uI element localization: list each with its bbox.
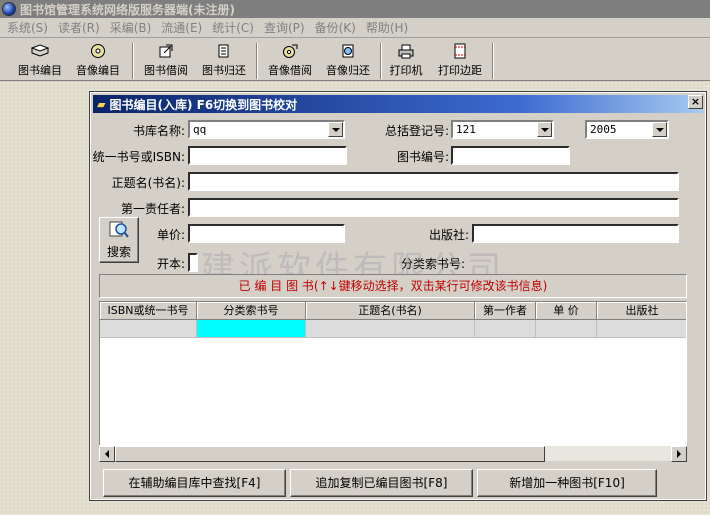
print-margin-label: 打印边距 [438, 64, 482, 77]
toolbar-separator [256, 43, 258, 79]
table-cell[interactable] [306, 320, 475, 338]
year-select[interactable]: 2005 [585, 120, 669, 139]
library-name-value: qq [193, 123, 207, 136]
menu-help[interactable]: 帮助(H) [361, 19, 413, 36]
chevron-down-icon[interactable] [328, 122, 343, 137]
app-icon [2, 2, 16, 16]
disc-borrow-icon [281, 43, 299, 59]
chevron-down-icon[interactable] [537, 122, 552, 137]
av-catalog-label: 音像编目 [76, 64, 120, 77]
menu-acquisition[interactable]: 采编(B) [105, 19, 157, 36]
col-publisher[interactable]: 出版社 [597, 302, 686, 320]
book-no-field[interactable] [451, 146, 570, 165]
add-new-book-button[interactable]: 新增加一种图书[F10] [477, 469, 657, 497]
book-return-icon [215, 43, 233, 59]
book-catalog-label: 图书编目 [18, 64, 62, 77]
catalog-dialog: ▰ 图书编目(入库) F6切换到图书校对 × 书库名称: qq 总括登记号: 1… [89, 91, 707, 501]
book-catalog-button[interactable]: 图书编目 [12, 42, 68, 80]
register-no-label: 总括登记号: [384, 124, 449, 138]
book-borrow-label: 图书借阅 [144, 64, 188, 77]
book-no-label: 图书编号: [396, 150, 449, 164]
table-cell[interactable] [536, 320, 597, 338]
toolbar-separator [492, 43, 494, 79]
table-cell-selected[interactable] [197, 320, 306, 338]
col-class-no[interactable]: 分类索书号 [197, 302, 306, 320]
scroll-thumb[interactable] [115, 446, 545, 462]
author-field[interactable] [188, 198, 679, 217]
dialog-close-button[interactable]: × [688, 95, 703, 109]
table-cell[interactable] [100, 320, 197, 338]
print-margin-button[interactable]: 打印边距 [432, 42, 488, 80]
search-button[interactable]: 搜索 [99, 217, 139, 263]
grid-header: ISBN或统一书号 分类索书号 正题名(书名) 第一作者 单 价 出版社 [100, 302, 686, 320]
dialog-book-icon: ▰ [97, 97, 106, 111]
av-return-label: 音像归还 [326, 64, 370, 77]
disc-icon [89, 43, 107, 59]
find-aux-catalog-button[interactable]: 在辅助编目库中查找[F4] [103, 469, 286, 497]
year-value: 2005 [590, 123, 617, 136]
menu-backup[interactable]: 备份(K) [310, 19, 361, 36]
table-cell[interactable] [597, 320, 686, 338]
col-price[interactable]: 单 价 [536, 302, 597, 320]
catalogued-grid[interactable]: ISBN或统一书号 分类索书号 正题名(书名) 第一作者 单 价 出版社 [99, 301, 687, 461]
menu-circulation[interactable]: 流通(E) [156, 19, 207, 36]
col-title[interactable]: 正题名(书名) [306, 302, 475, 320]
dialog-title-bar: ▰ 图书编目(入库) F6切换到图书校对 [93, 95, 703, 113]
menu-statistics[interactable]: 统计(C) [207, 19, 259, 36]
price-label: 单价: [156, 228, 185, 242]
menu-system[interactable]: 系统(S) [2, 19, 53, 36]
menu-reader[interactable]: 读者(R) [53, 19, 105, 36]
av-borrow-button[interactable]: 音像借阅 [262, 42, 318, 80]
title-field[interactable] [188, 172, 679, 191]
toolbar-separator [132, 43, 134, 79]
register-no-select[interactable]: 121 [451, 120, 554, 139]
magnifier-icon [108, 220, 130, 243]
format-label: 开本: [156, 257, 185, 271]
book-icon [31, 43, 49, 59]
window-title-bar: 图书馆管理系统网络版服务器端(未注册) [0, 0, 710, 18]
horizontal-scrollbar[interactable] [99, 445, 687, 462]
disc-return-icon [339, 43, 357, 59]
col-author[interactable]: 第一作者 [475, 302, 536, 320]
class-no-label: 分类索书号: [400, 257, 465, 271]
catalogued-banner: 已 编 目 图 书(↑↓键移动选择，双击某行可修改该书信息) [99, 274, 687, 298]
title-label: 正题名(书名): [111, 176, 185, 190]
chevron-down-icon[interactable] [652, 122, 667, 137]
register-no-value: 121 [456, 123, 476, 136]
printer-icon [397, 43, 415, 59]
table-cell[interactable] [475, 320, 536, 338]
book-borrow-icon [157, 43, 175, 59]
print-margin-icon [451, 43, 469, 59]
book-return-button[interactable]: 图书归还 [196, 42, 252, 80]
publisher-field[interactable] [472, 224, 679, 243]
col-isbn[interactable]: ISBN或统一书号 [100, 302, 197, 320]
price-field[interactable] [188, 224, 345, 243]
library-name-label: 书库名称: [132, 124, 185, 138]
menu-query[interactable]: 查询(P) [259, 19, 310, 36]
table-row[interactable] [100, 320, 686, 338]
toolbar-separator [380, 43, 382, 79]
menu-bar: 系统(S) 读者(R) 采编(B) 流通(E) 统计(C) 查询(P) 备份(K… [0, 18, 710, 38]
library-name-select[interactable]: qq [188, 120, 345, 139]
author-label: 第一责任者: [120, 202, 185, 216]
window-title: 图书馆管理系统网络版服务器端(未注册) [20, 2, 235, 17]
dialog-title: 图书编目(入库) F6切换到图书校对 [109, 97, 298, 112]
scroll-left-icon[interactable] [99, 446, 115, 462]
av-catalog-button[interactable]: 音像编目 [70, 42, 126, 80]
isbn-field[interactable] [188, 146, 347, 165]
printer-label: 打印机 [389, 64, 423, 77]
copy-catalogued-button[interactable]: 追加复制已编目图书[F8] [290, 469, 473, 497]
av-return-button[interactable]: 音像归还 [320, 42, 376, 80]
format-field[interactable] [188, 253, 198, 272]
scroll-right-icon[interactable] [671, 446, 687, 462]
av-borrow-label: 音像借阅 [268, 64, 312, 77]
book-return-label: 图书归还 [202, 64, 246, 77]
publisher-label: 出版社: [428, 228, 469, 242]
printer-button[interactable]: 打印机 [384, 42, 428, 80]
toolbar: 图书编目 音像编目 图书借阅 图书归还 音像借阅 音像归还 打印机 打印边距 [0, 39, 710, 81]
search-label: 搜索 [106, 245, 131, 259]
book-borrow-button[interactable]: 图书借阅 [138, 42, 194, 80]
isbn-label: 统一书号或ISBN: [92, 150, 185, 164]
